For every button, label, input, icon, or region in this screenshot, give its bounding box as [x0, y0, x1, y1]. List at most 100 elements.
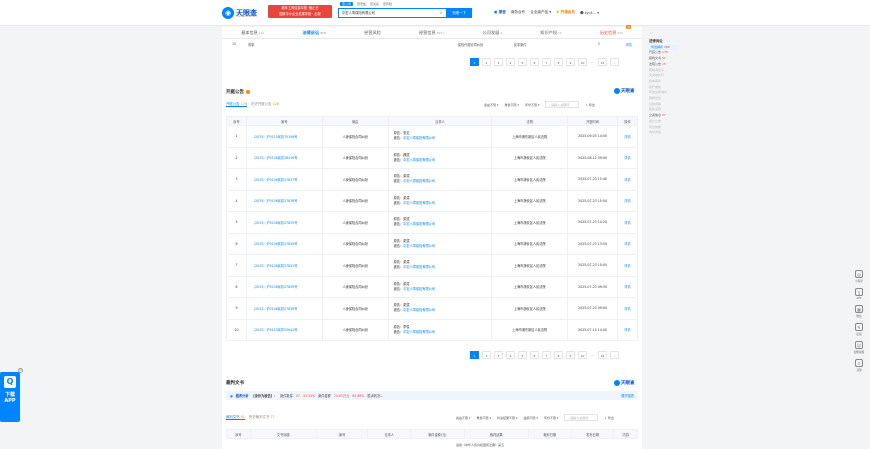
search-tab-relation[interactable]: 查关系: [370, 2, 379, 6]
page-15[interactable]: 15: [598, 58, 607, 66]
case-number-link[interactable]: （2025）沪0106民初27838号: [245, 297, 323, 320]
sidebar-item[interactable]: 询价评估: [649, 130, 679, 136]
case-number-link[interactable]: （2025）沪0106民初27832号: [245, 254, 323, 277]
defendant-link[interactable]: 中宏人寿保险有限公司: [403, 222, 435, 226]
page-8[interactable]: 8: [554, 58, 563, 66]
hearing-search-input[interactable]: ⌕ 请输入关键词: [545, 101, 580, 108]
filter-year[interactable]: 年份不限 ▾: [544, 416, 558, 420]
page-5[interactable]: 5: [518, 58, 527, 66]
defendant-link[interactable]: 中宏人寿保险有限公司: [403, 158, 435, 162]
page-9[interactable]: 9: [566, 351, 575, 359]
promo-banner[interactable]: 新年工商信息年报 ·截止日 国家中小企业发展年报 · 必报: [268, 5, 332, 18]
clear-icon[interactable]: ⊗: [438, 9, 444, 16]
tab-basic-info[interactable]: 基本信息101: [239, 30, 266, 36]
case-number-link[interactable]: （2025）沪0106民初27836号: [245, 189, 323, 212]
defendant-link[interactable]: 中宏人寿保险有限公司: [403, 265, 435, 269]
detail-link[interactable]: 详情: [616, 254, 639, 277]
tab-business-info[interactable]: 经营信息999+: [417, 30, 446, 36]
subtab-hearing[interactable]: 开庭公告 178: [226, 101, 248, 107]
nav-business[interactable]: 商务合作: [511, 10, 525, 15]
subtab-hearing-history[interactable]: 历史开庭公告 128: [251, 101, 279, 107]
detail-link[interactable]: 详情: [616, 275, 639, 298]
search-input[interactable]: 中宏人寿保险有限公司: [338, 8, 446, 18]
detail-link[interactable]: 详情: [616, 232, 639, 255]
page-5[interactable]: 5: [518, 351, 527, 359]
chart-analysis-banner[interactable]: ◕ 图表分析 【身份为被告】： 案件数量 47 43.34% 案件金额 74.6…: [226, 391, 638, 400]
close-icon[interactable]: ×: [18, 368, 23, 373]
export-button[interactable]: ⇩ 导出: [585, 103, 594, 107]
detail-link[interactable]: 详情: [616, 211, 639, 234]
detail-link[interactable]: 详情: [616, 125, 639, 148]
page-8[interactable]: 8: [554, 351, 563, 359]
filter-role[interactable]: 角色不限 ▾: [476, 416, 490, 420]
case-number-link[interactable]: （2025）沪0106民初27834号: [245, 232, 323, 255]
filter-role[interactable]: 角色不限 ▾: [504, 103, 518, 107]
search-tab-boss[interactable]: 查老板: [357, 2, 366, 6]
page-4[interactable]: 4: [506, 351, 515, 359]
search-tab-company[interactable]: 查公司: [340, 2, 354, 6]
defendant-link[interactable]: 中宏人寿保险有限公司: [403, 287, 435, 291]
right-tool-4[interactable]: ☺ 智能客服: [854, 341, 864, 354]
defendant-link[interactable]: 中宏人寿保险有限公司: [403, 308, 435, 312]
expand-chart-link[interactable]: 展开图表: [621, 393, 634, 398]
col-time[interactable]: 开庭时间: [567, 116, 618, 126]
defendant-link[interactable]: 中宏人寿保险有限公司: [403, 244, 435, 248]
search-button[interactable]: 天眼一下: [446, 8, 472, 18]
next-page-button[interactable]: ›: [610, 58, 619, 66]
next-page-button[interactable]: ›: [610, 351, 619, 359]
case-number-link[interactable]: （2025）沪0106民初27839号: [245, 275, 323, 298]
page-3[interactable]: 3: [494, 58, 503, 66]
page-2[interactable]: 2: [482, 58, 491, 66]
page-6[interactable]: 6: [530, 58, 539, 66]
filter-reason[interactable]: 案由不限 ▾: [456, 416, 470, 420]
page-4[interactable]: 4: [506, 58, 515, 66]
row-detail-link[interactable]: 详情: [626, 42, 632, 47]
page-6[interactable]: 6: [530, 351, 539, 359]
filter-year[interactable]: 年份不限 ▾: [525, 103, 539, 107]
subtab-judgment-history[interactable]: 历史裁判文书 77: [249, 414, 275, 420]
col-judge-date[interactable]: 裁判日期: [527, 429, 572, 439]
defendant-link[interactable]: 中宏人寿保险有限公司: [403, 136, 435, 140]
page-10[interactable]: 10: [578, 58, 587, 66]
nav-vip[interactable]: ♛ 开通会员: [556, 10, 575, 15]
tab-ip[interactable]: 知识产权10: [538, 30, 563, 36]
filter-result[interactable]: 判决结果不限 ▾: [497, 416, 517, 420]
page-3[interactable]: 3: [494, 351, 503, 359]
right-tool-0[interactable]: ◎ 小程序: [855, 270, 863, 283]
search-tab-risk[interactable]: 查风险: [383, 2, 392, 6]
page-24[interactable]: 24: [598, 351, 607, 359]
filter-amount[interactable]: 金额不限 ▾: [523, 416, 537, 420]
case-number-link[interactable]: （2025）沪0106民初27835号: [245, 211, 323, 234]
tab-legal[interactable]: 法律诉讼315: [300, 30, 328, 40]
download-app-tab[interactable]: × Q 下载 APP: [0, 368, 23, 422]
case-number-link[interactable]: （2025）沪0115民初55644号: [245, 318, 323, 341]
col-amount[interactable]: 案件金额(元): [410, 429, 465, 439]
detail-link[interactable]: 详情: [616, 168, 639, 191]
tab-development[interactable]: 公司发展9: [481, 30, 505, 36]
filter-reason[interactable]: 案由不限 ▾: [484, 103, 498, 107]
detail-link[interactable]: 详情: [616, 146, 639, 169]
col-publish-date[interactable]: 发布日期: [570, 429, 615, 439]
nav-report[interactable]: ▣ 报告: [494, 10, 506, 15]
case-number-link[interactable]: （2025）沪0115民初75199号: [245, 125, 323, 148]
nav-user[interactable]: ☻ tyc4... ▾: [580, 11, 599, 15]
tab-history[interactable]: 历史信息999 热: [598, 24, 631, 36]
detail-link[interactable]: 详情: [616, 189, 639, 212]
right-tool-2[interactable]: ▦ 微信: [855, 305, 863, 318]
site-logo[interactable]: ◉ 天眼查 TianYancha.com: [222, 5, 266, 20]
judgment-search-input[interactable]: ⌕ 请输入关键词: [564, 414, 599, 421]
detail-link[interactable]: 详情: [616, 297, 639, 320]
detail-link[interactable]: 详情: [616, 318, 639, 341]
defendant-link[interactable]: 中宏人寿保险有限公司: [403, 330, 435, 334]
case-number-link[interactable]: （2025）沪0106民初26416号: [245, 146, 323, 169]
right-tool-1[interactable]: ▯ APP: [855, 288, 863, 300]
defendant-link[interactable]: 中宏人寿保险有限公司: [403, 201, 435, 205]
subtab-judgment[interactable]: 裁判文书 91: [226, 414, 245, 420]
right-tool-3[interactable]: ✎ 反馈: [855, 323, 863, 336]
page-9[interactable]: 9: [566, 58, 575, 66]
nav-products[interactable]: 企业级产品 ▾: [530, 10, 551, 15]
defendant-link[interactable]: 中宏人寿保险有限公司: [403, 179, 435, 183]
page-1[interactable]: 1: [470, 351, 479, 359]
page-2[interactable]: 2: [482, 351, 491, 359]
right-tool-5[interactable]: ⇧ 顶部: [855, 359, 863, 372]
